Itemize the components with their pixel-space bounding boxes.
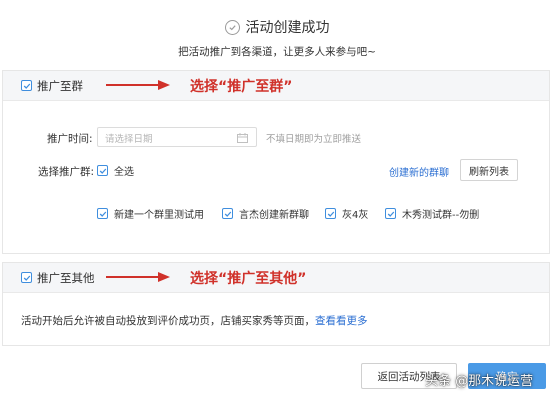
other-promotion-checkbox[interactable] xyxy=(21,272,32,283)
group-promotion-checkbox[interactable] xyxy=(21,80,32,91)
group-option-checkbox[interactable] xyxy=(222,208,233,219)
annotation-arrow-line xyxy=(106,84,160,86)
group-option-label: 木秀测试群--勿删 xyxy=(402,210,480,221)
view-more-link[interactable]: 查看看更多 xyxy=(315,315,368,327)
group-option[interactable]: 灰4灰 xyxy=(325,206,368,221)
select-all-checkbox[interactable] xyxy=(97,165,108,176)
calendar-icon xyxy=(237,133,248,143)
date-picker-input[interactable]: 请选择日期 xyxy=(97,127,257,147)
date-hint: 不填日期即为立即推送 xyxy=(266,134,362,145)
group-option[interactable]: 新建一个群里测试用 xyxy=(97,206,204,221)
other-promotion-label[interactable]: 推广至其他 xyxy=(37,270,95,286)
group-option-label: 灰4灰 xyxy=(342,210,369,221)
success-subtitle: 把活动推广到各渠道，让更多人来参与吧~ xyxy=(178,46,376,58)
group-option-label: 言杰创建新群聊 xyxy=(239,210,309,221)
group-option-label: 新建一个群里测试用 xyxy=(114,210,204,221)
select-groups-label: 选择推广群: xyxy=(38,166,95,178)
group-option[interactable]: 木秀测试群--勿删 xyxy=(385,206,479,221)
select-all-label: 全选 xyxy=(114,167,134,178)
success-header: 活动创建成功 xyxy=(0,14,554,40)
group-annotation: 选择“推广至群” xyxy=(190,79,293,95)
group-option[interactable]: 言杰创建新群聊 xyxy=(222,206,309,221)
success-title: 活动创建成功 xyxy=(245,20,330,36)
select-all-option[interactable]: 全选 xyxy=(97,163,134,178)
date-placeholder: 请选择日期 xyxy=(105,134,153,145)
other-annotation: 选择“推广至其他” xyxy=(190,271,307,287)
group-option-checkbox[interactable] xyxy=(325,208,336,219)
annotation-arrow-line xyxy=(106,276,160,278)
promo-time-label: 推广时间: xyxy=(47,133,93,145)
create-group-link[interactable]: 创建新的群聊 xyxy=(389,164,449,179)
annotation-arrow-icon xyxy=(158,80,170,90)
other-description: 活动开始后允许被自动投放到评价成功页，店铺买家秀等页面， xyxy=(21,315,315,327)
group-option-checkbox[interactable] xyxy=(97,208,108,219)
group-promotion-label[interactable]: 推广至群 xyxy=(37,78,83,94)
check-circle-icon xyxy=(224,19,240,35)
annotation-arrow-icon xyxy=(158,272,170,282)
group-option-checkbox[interactable] xyxy=(385,208,396,219)
other-description-row: 活动开始后允许被自动投放到评价成功页，店铺买家秀等页面，查看看更多 xyxy=(21,313,368,328)
watermark: 头条 @那木说运营 xyxy=(425,374,534,389)
refresh-list-button[interactable]: 刷新列表 xyxy=(460,159,518,181)
